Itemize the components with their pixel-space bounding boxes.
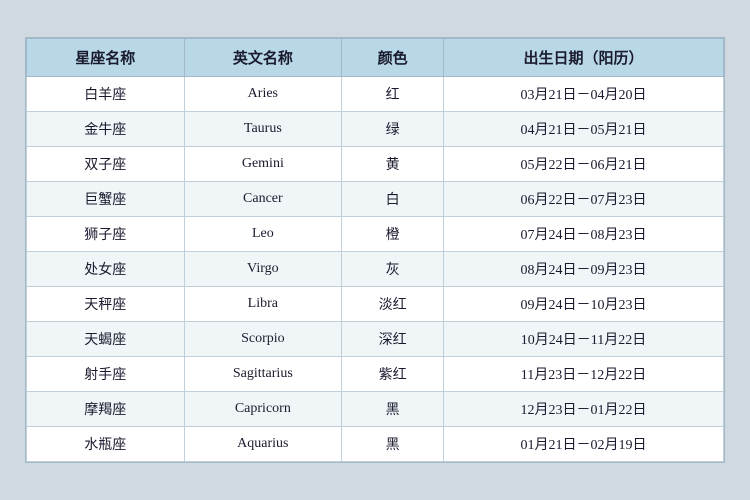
col-header-english: 英文名称: [184, 39, 342, 77]
cell-color: 黑: [342, 427, 444, 462]
cell-color: 灰: [342, 252, 444, 287]
cell-color: 淡红: [342, 287, 444, 322]
cell-chinese: 金牛座: [27, 112, 185, 147]
cell-english: Sagittarius: [184, 357, 342, 392]
col-header-chinese: 星座名称: [27, 39, 185, 77]
cell-chinese: 巨蟹座: [27, 182, 185, 217]
cell-dates: 03月21日－04月20日: [444, 77, 724, 112]
table-row: 摩羯座Capricorn黑12月23日－01月22日: [27, 392, 724, 427]
table-row: 白羊座Aries红03月21日－04月20日: [27, 77, 724, 112]
cell-chinese: 水瓶座: [27, 427, 185, 462]
cell-english: Capricorn: [184, 392, 342, 427]
table-row: 天秤座Libra淡红09月24日－10月23日: [27, 287, 724, 322]
cell-chinese: 摩羯座: [27, 392, 185, 427]
cell-color: 紫红: [342, 357, 444, 392]
cell-chinese: 天蝎座: [27, 322, 185, 357]
cell-chinese: 天秤座: [27, 287, 185, 322]
table-row: 射手座Sagittarius紫红11月23日－12月22日: [27, 357, 724, 392]
zodiac-table: 星座名称 英文名称 颜色 出生日期（阳历） 白羊座Aries红03月21日－04…: [26, 38, 724, 462]
cell-color: 黑: [342, 392, 444, 427]
cell-color: 橙: [342, 217, 444, 252]
table-row: 水瓶座Aquarius黑01月21日－02月19日: [27, 427, 724, 462]
table-row: 处女座Virgo灰08月24日－09月23日: [27, 252, 724, 287]
cell-dates: 08月24日－09月23日: [444, 252, 724, 287]
cell-color: 黄: [342, 147, 444, 182]
cell-dates: 10月24日－11月22日: [444, 322, 724, 357]
cell-dates: 01月21日－02月19日: [444, 427, 724, 462]
cell-dates: 12月23日－01月22日: [444, 392, 724, 427]
cell-color: 红: [342, 77, 444, 112]
cell-dates: 05月22日－06月21日: [444, 147, 724, 182]
cell-english: Aquarius: [184, 427, 342, 462]
cell-chinese: 白羊座: [27, 77, 185, 112]
table-row: 巨蟹座Cancer白06月22日－07月23日: [27, 182, 724, 217]
cell-english: Aries: [184, 77, 342, 112]
cell-english: Cancer: [184, 182, 342, 217]
cell-color: 绿: [342, 112, 444, 147]
cell-english: Leo: [184, 217, 342, 252]
cell-dates: 09月24日－10月23日: [444, 287, 724, 322]
cell-english: Scorpio: [184, 322, 342, 357]
cell-dates: 04月21日－05月21日: [444, 112, 724, 147]
cell-english: Virgo: [184, 252, 342, 287]
cell-dates: 11月23日－12月22日: [444, 357, 724, 392]
table-row: 双子座Gemini黄05月22日－06月21日: [27, 147, 724, 182]
cell-english: Taurus: [184, 112, 342, 147]
cell-chinese: 双子座: [27, 147, 185, 182]
cell-dates: 07月24日－08月23日: [444, 217, 724, 252]
cell-color: 白: [342, 182, 444, 217]
table-body: 白羊座Aries红03月21日－04月20日金牛座Taurus绿04月21日－0…: [27, 77, 724, 462]
cell-color: 深红: [342, 322, 444, 357]
table-row: 金牛座Taurus绿04月21日－05月21日: [27, 112, 724, 147]
cell-chinese: 射手座: [27, 357, 185, 392]
col-header-dates: 出生日期（阳历）: [444, 39, 724, 77]
zodiac-table-container: 星座名称 英文名称 颜色 出生日期（阳历） 白羊座Aries红03月21日－04…: [25, 37, 725, 463]
col-header-color: 颜色: [342, 39, 444, 77]
cell-english: Libra: [184, 287, 342, 322]
table-row: 狮子座Leo橙07月24日－08月23日: [27, 217, 724, 252]
table-row: 天蝎座Scorpio深红10月24日－11月22日: [27, 322, 724, 357]
cell-chinese: 处女座: [27, 252, 185, 287]
table-header-row: 星座名称 英文名称 颜色 出生日期（阳历）: [27, 39, 724, 77]
cell-english: Gemini: [184, 147, 342, 182]
cell-chinese: 狮子座: [27, 217, 185, 252]
cell-dates: 06月22日－07月23日: [444, 182, 724, 217]
